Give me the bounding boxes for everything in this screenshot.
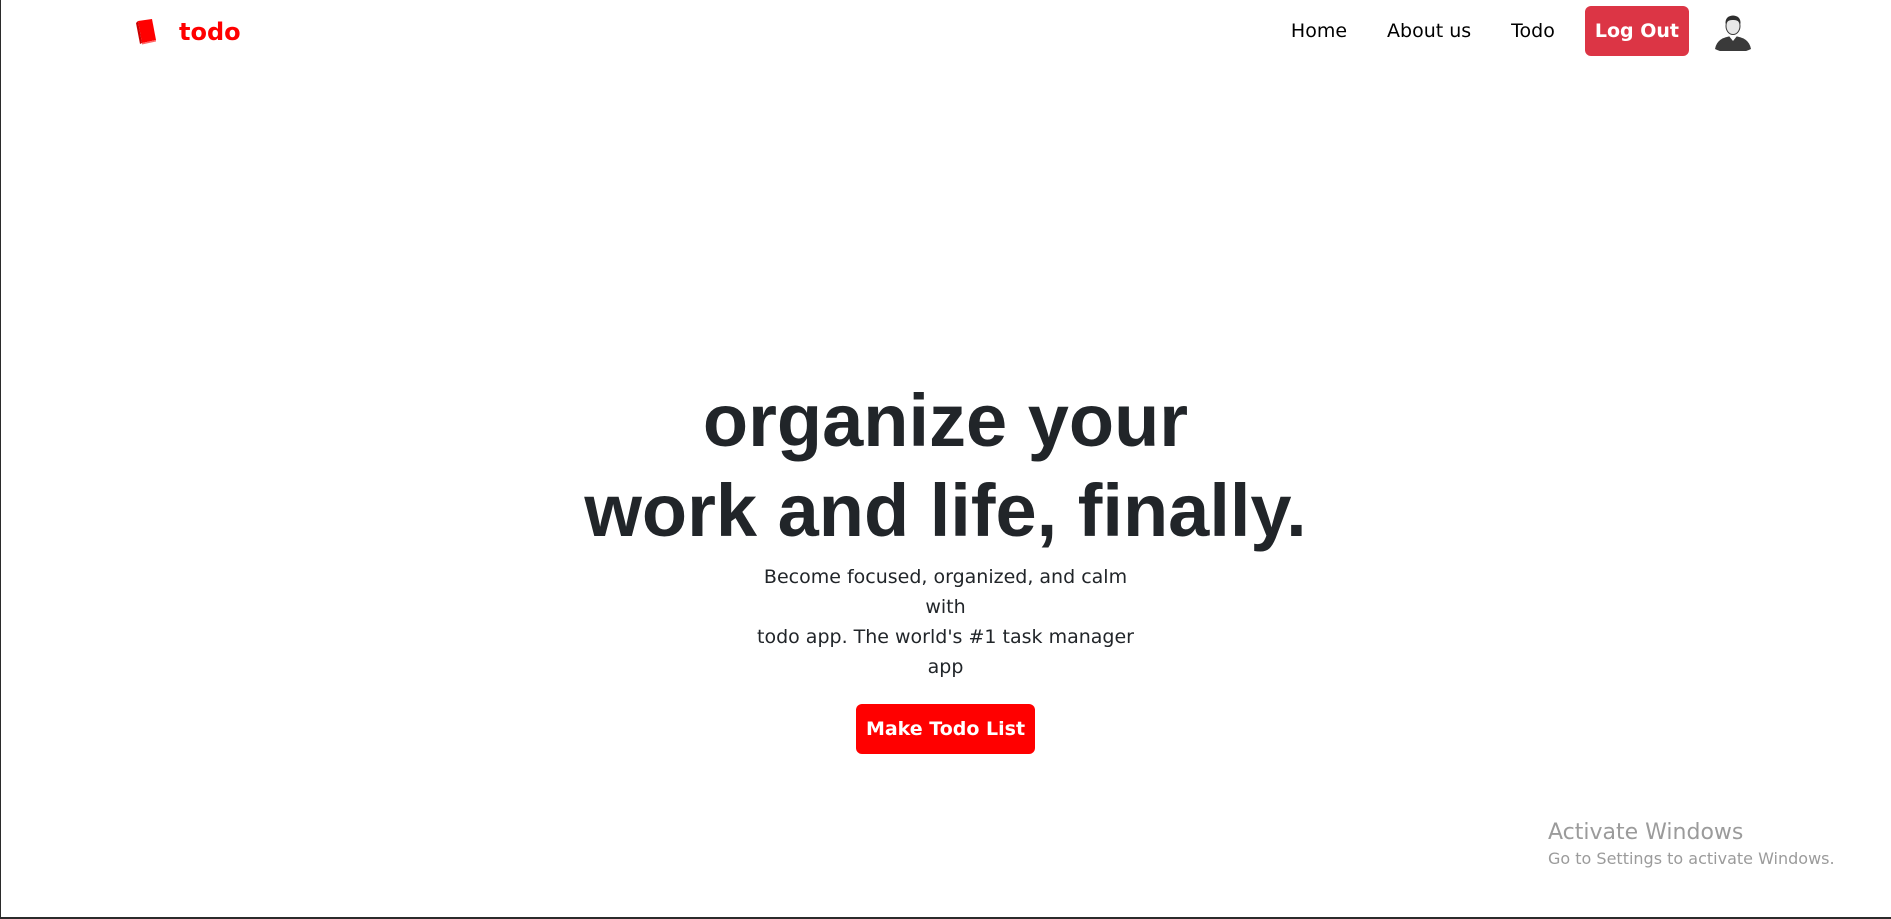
nav-link-about-us[interactable]: About us — [1387, 20, 1471, 42]
hero-section: organize your work and life, finally. Be… — [0, 376, 1891, 754]
hero-title-line-2: work and life, finally. — [584, 469, 1307, 552]
activate-windows-watermark: Activate Windows Go to Settings to activ… — [1548, 818, 1835, 870]
watermark-subtitle: Go to Settings to activate Windows. — [1548, 849, 1835, 868]
hero-subtitle: Become focused, organized, and calm with… — [751, 562, 1141, 682]
user-avatar-icon[interactable] — [1713, 11, 1753, 53]
brand-name: todo — [179, 18, 241, 46]
logout-button[interactable]: Log Out — [1584, 6, 1689, 56]
hero-subtitle-line-1: Become focused, organized, and calm with — [763, 566, 1128, 618]
book-icon — [135, 18, 159, 46]
navbar: todo Home About us Todo Log Out — [0, 0, 1891, 64]
watermark-title: Activate Windows — [1548, 820, 1744, 845]
hero-subtitle-line-2: todo app. The world's #1 task manager ap… — [757, 626, 1134, 678]
brand-link[interactable]: todo — [135, 18, 241, 46]
nav-link-home[interactable]: Home — [1291, 20, 1347, 42]
nav-link-todo[interactable]: Todo — [1511, 20, 1555, 42]
nav-links: Home About us Todo Log Out — [1291, 6, 1753, 56]
hero-title-line-1: organize your — [702, 379, 1189, 462]
make-todo-list-button[interactable]: Make Todo List — [855, 704, 1036, 754]
hero-title: organize your work and life, finally. — [0, 376, 1891, 556]
